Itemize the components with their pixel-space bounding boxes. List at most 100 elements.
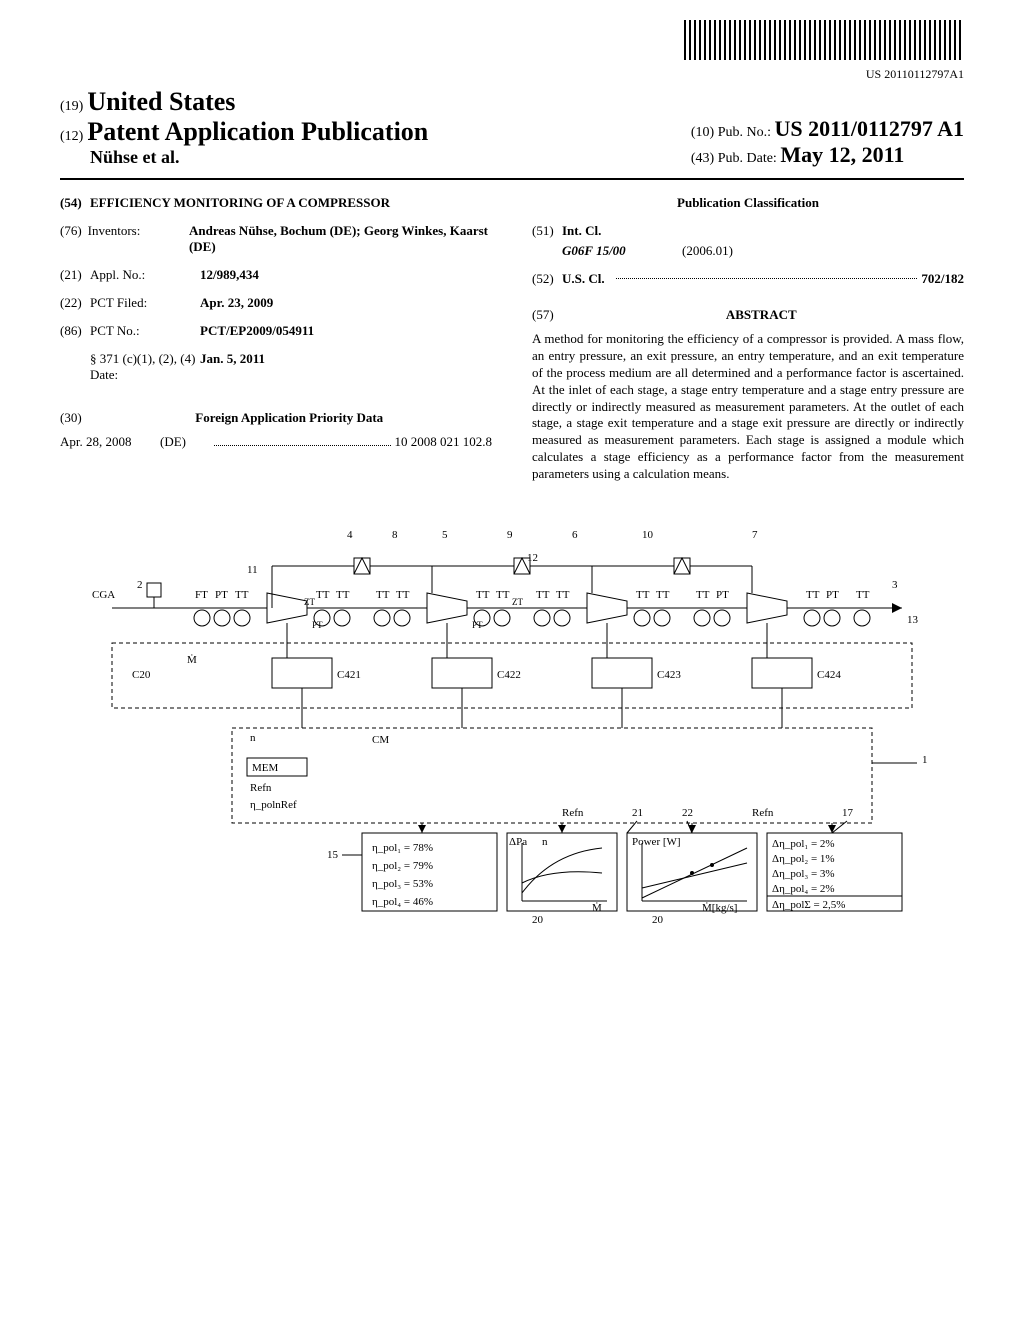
fig-tt5: TT (396, 589, 410, 601)
code-51: (51) (532, 223, 562, 239)
fig-eff1: η_pol₁ = 78% (372, 842, 433, 854)
invention-title: EFFICIENCY MONITORING OF A COMPRESSOR (90, 195, 390, 211)
dotted-leader (616, 278, 917, 279)
fig-tt11: TT (656, 589, 670, 601)
fig-pt2: PT (716, 589, 729, 601)
pct-no-label: PCT No.: (90, 323, 200, 339)
fig-tt2: TT (316, 589, 330, 601)
fig-cga: CGA (92, 589, 115, 601)
fig-1: 1 (922, 754, 928, 766)
pct-number: PCT/EP2009/054911 (200, 323, 314, 339)
fig-tt: TT (235, 589, 249, 601)
code-10: (10) (691, 125, 714, 140)
fig-15: 15 (327, 849, 339, 861)
fig-refn2: Refn (562, 807, 584, 819)
fig-7: 7 (752, 529, 758, 541)
code-43: (43) (691, 151, 714, 166)
intcl-year: (2006.01) (682, 243, 733, 259)
fig-c424: C424 (817, 669, 841, 681)
publication-date: May 12, 2011 (780, 142, 904, 167)
appl-label: Appl. No.: (90, 267, 200, 283)
s371-label: § 371 (c)(1), (2), (4) Date: (90, 351, 200, 383)
fig-ft: FT (195, 589, 208, 601)
intcl-code: G06F 15/00 (562, 243, 682, 259)
pct-filed-date: Apr. 23, 2009 (200, 295, 273, 311)
code-54: (54) (60, 195, 90, 211)
publication-number: US 2011/0112797 A1 (775, 116, 964, 141)
pubno-label: Pub. No.: (718, 125, 771, 140)
fig-c423: C423 (657, 669, 681, 681)
abstract-head: ABSTRACT (565, 307, 957, 323)
fig-4: 4 (347, 529, 353, 541)
figure-svg: .fline { stroke: #000; stroke-width: 1; … (72, 513, 952, 933)
fig-n: n (250, 732, 256, 744)
fig-dpol3: Δη_pol₃ = 3% (772, 868, 835, 880)
intcl-label: Int. Cl. (562, 223, 601, 239)
fig-c422: C422 (497, 669, 521, 681)
code-52: (52) (532, 271, 562, 287)
inventors-label: Inventors: (88, 223, 189, 255)
uscl-label: U.S. Cl. (562, 271, 612, 287)
fig-mdot: Ṁ (187, 654, 197, 666)
fig-tt10: TT (636, 589, 650, 601)
barcode-icon (684, 20, 964, 60)
fig-5: 5 (442, 529, 448, 541)
pct-filed-label: PCT Filed: (90, 295, 200, 311)
fig-dpol2: Δη_pol₂ = 1% (772, 853, 835, 865)
foreign-date: Apr. 28, 2008 (60, 434, 160, 450)
fig-tt14: TT (856, 589, 870, 601)
fig-pt3: PT (826, 589, 839, 601)
foreign-app-number: 10 2008 021 102.8 (395, 434, 493, 450)
fig-8: 8 (392, 529, 398, 541)
fig-11: 11 (247, 564, 258, 576)
code-21: (21) (60, 267, 90, 283)
fig-c421: C421 (337, 669, 361, 681)
abstract-text: A method for monitoring the efficiency o… (532, 331, 964, 483)
fig-tt8: TT (536, 589, 550, 601)
fig-ax-m: Ṁ (592, 902, 602, 914)
pubdate-label: Pub. Date: (718, 151, 777, 166)
fig-dpol1: Δη_pol₁ = 2% (772, 838, 835, 850)
publication-type: Patent Application Publication (87, 117, 428, 146)
fig-etaref: η_polnRef (250, 799, 297, 811)
fig-zt2: ZT (512, 597, 523, 607)
appl-number: 12/989,434 (200, 267, 259, 283)
fig-3: 3 (892, 579, 898, 591)
fig-6: 6 (572, 529, 578, 541)
fig-tt12: TT (696, 589, 710, 601)
inventors-value: Andreas Nühse, Bochum (DE); Georg Winkes… (189, 223, 492, 255)
fig-13: 13 (907, 614, 919, 626)
fig-ptlow2: PT (472, 620, 483, 630)
fig-17: 17 (842, 807, 854, 819)
publication-header: (19) United States (12) Patent Applicati… (60, 87, 964, 180)
foreign-head: Foreign Application Priority Data (93, 410, 485, 426)
fig-tt3: TT (336, 589, 350, 601)
left-column: (54) EFFICIENCY MONITORING OF A COMPRESS… (60, 195, 492, 483)
code-76: (76) (60, 223, 88, 255)
right-column: Publication Classification (51) Int. Cl.… (532, 195, 964, 483)
code-30: (30) (60, 410, 90, 426)
fig-20a: 20 (532, 914, 544, 926)
code-57: (57) (532, 307, 562, 323)
fig-ptlow: PT (312, 620, 323, 630)
fig-ax-dpa: ΔPa (509, 836, 527, 848)
uscl-code: 702/182 (921, 271, 964, 287)
author-block: Nühse et al. (90, 147, 428, 168)
fig-ax-n: n (542, 836, 548, 848)
code-19: (19) (60, 99, 83, 114)
fig-pt: PT (215, 589, 228, 601)
foreign-country: (DE) (160, 434, 210, 450)
fig-2: 2 (137, 579, 143, 591)
fig-tt4: TT (376, 589, 390, 601)
country-name: United States (87, 87, 235, 116)
fig-eff3: η_pol₃ = 53% (372, 878, 433, 890)
classification-head: Publication Classification (532, 195, 964, 211)
fig-22: 22 (682, 807, 693, 819)
fig-tt13: TT (806, 589, 820, 601)
fig-9: 9 (507, 529, 513, 541)
fig-dpol4: Δη_pol₄ = 2% (772, 883, 835, 895)
fig-c20: C20 (132, 669, 151, 681)
fig-tt9: TT (556, 589, 570, 601)
fig-mem: MEM (252, 762, 279, 774)
fig-zt1: ZT (304, 597, 315, 607)
